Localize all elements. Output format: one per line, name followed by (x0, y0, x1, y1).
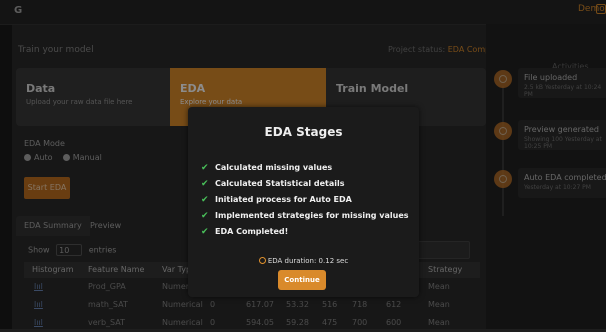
stage-item: ✔ Initiated process for Auto EDA (201, 195, 352, 205)
check-icon: ✔ (201, 211, 209, 221)
clock-icon (258, 257, 266, 264)
stage-item: ✔ Calculated Statistical details (201, 179, 345, 189)
check-icon: ✔ (201, 227, 209, 237)
eda-duration: EDA duration: 0.12 sec (188, 257, 419, 265)
stage-item: ✔ Implemented strategies for missing valu… (201, 211, 409, 221)
continue-button[interactable]: Continue (278, 270, 326, 290)
modal-title: EDA Stages (264, 125, 343, 139)
check-icon: ✔ (201, 163, 209, 173)
eda-stages-modal: EDA Stages ✔ Calculated missing values ✔ C… (188, 107, 419, 297)
stage-item: ✔ EDA Completed! (201, 227, 289, 237)
check-icon: ✔ (201, 195, 209, 205)
stage-item: ✔ Calculated missing values (201, 163, 333, 173)
check-icon: ✔ (201, 179, 209, 189)
